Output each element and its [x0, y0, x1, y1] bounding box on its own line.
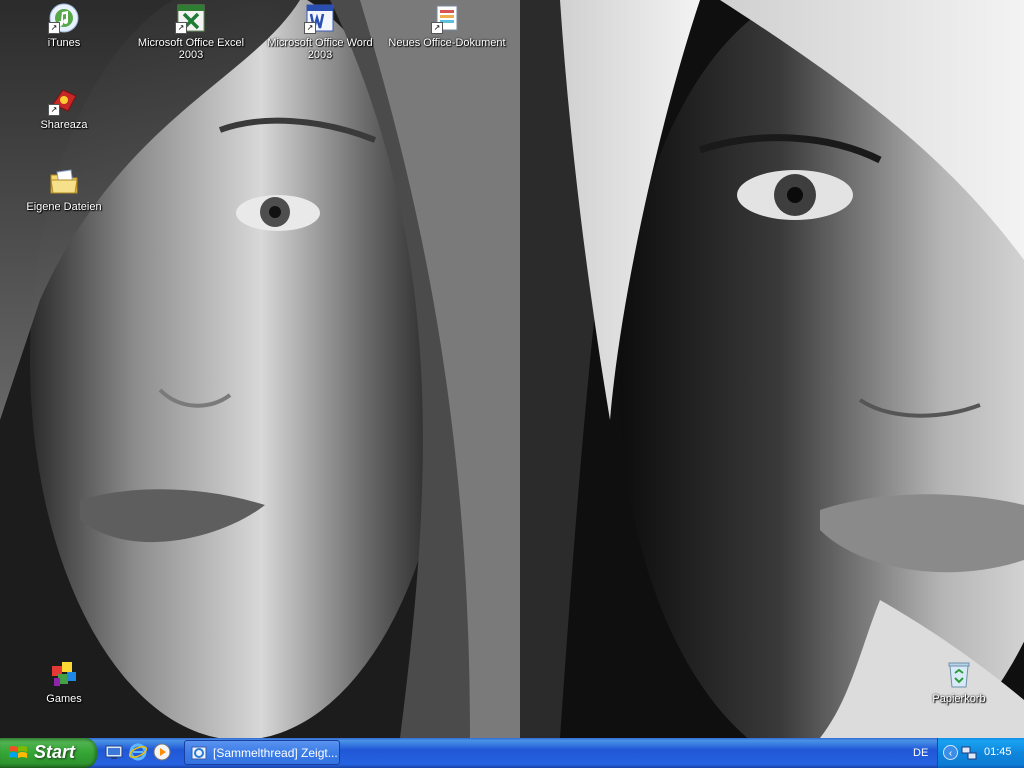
- desktop-icon-eigene-dateien[interactable]: Eigene Dateien: [0, 166, 128, 213]
- shortcut-arrow-icon: ↗: [48, 104, 60, 116]
- desktop-icon-shareaza[interactable]: ↗ Shareaza: [0, 84, 128, 131]
- desktop-icon-itunes[interactable]: ↗ iTunes: [0, 2, 128, 49]
- internet-explorer-icon[interactable]: [128, 742, 148, 762]
- itunes-icon: ↗: [48, 2, 80, 34]
- desktop-icon-label: Shareaza: [40, 119, 88, 131]
- taskbar: Start [Sammelthread] Zeigt... DE ‹ 01:45: [0, 738, 1024, 768]
- desktop-icon-label: iTunes: [47, 37, 81, 49]
- show-desktop-icon[interactable]: [104, 742, 124, 762]
- desktop-icon-label: Microsoft Office Excel 2003: [137, 37, 245, 61]
- system-tray: ‹ 01:45: [937, 738, 1024, 768]
- network-icon[interactable]: [961, 745, 977, 761]
- shortcut-arrow-icon: ↗: [304, 22, 316, 34]
- shortcut-arrow-icon: ↗: [431, 22, 443, 34]
- desktop-icon-label: Papierkorb: [932, 693, 986, 705]
- quick-launch-bar: [104, 742, 172, 764]
- taskbar-task-button[interactable]: [Sammelthread] Zeigt...: [184, 740, 340, 765]
- start-button[interactable]: Start: [0, 738, 97, 768]
- recycle-bin-icon: [943, 658, 975, 690]
- windows-logo-icon: [9, 746, 27, 758]
- office-document-icon: ↗: [431, 2, 463, 34]
- excel-icon: ↗: [175, 2, 207, 34]
- language-indicator[interactable]: DE: [913, 747, 928, 759]
- shortcut-arrow-icon: ↗: [48, 22, 60, 34]
- start-label: Start: [34, 742, 76, 762]
- clock[interactable]: 01:45: [984, 746, 1012, 758]
- wallpaper: [0, 0, 1024, 738]
- games-icon: [48, 658, 80, 690]
- my-documents-folder-icon: [48, 166, 80, 198]
- shortcut-arrow-icon: ↗: [175, 22, 187, 34]
- desktop-icon-label: Eigene Dateien: [26, 201, 102, 213]
- task-button-label: [Sammelthread] Zeigt...: [213, 746, 337, 760]
- desktop-icon-label: Games: [46, 693, 82, 705]
- chevron-left-icon[interactable]: ‹: [943, 745, 958, 760]
- word-icon: ↗: [304, 2, 336, 34]
- desktop[interactable]: ↗ iTunes ↗ Microsoft Office Excel 2003 ↗…: [0, 0, 1024, 738]
- desktop-icon-label: Neues Office-Dokument: [388, 37, 506, 49]
- media-player-icon[interactable]: [152, 742, 172, 762]
- desktop-icon-games[interactable]: Games: [0, 658, 128, 705]
- desktop-icon-label: Microsoft Office Word 2003: [267, 37, 373, 61]
- desktop-icon-papierkorb[interactable]: Papierkorb: [895, 658, 1023, 705]
- internet-explorer-icon: [191, 746, 207, 760]
- shareaza-icon: ↗: [48, 84, 80, 116]
- desktop-icon-excel[interactable]: ↗ Microsoft Office Excel 2003: [127, 2, 255, 61]
- desktop-icon-neues-office-dokument[interactable]: ↗ Neues Office-Dokument: [383, 2, 511, 49]
- desktop-icon-word[interactable]: ↗ Microsoft Office Word 2003: [256, 2, 384, 61]
